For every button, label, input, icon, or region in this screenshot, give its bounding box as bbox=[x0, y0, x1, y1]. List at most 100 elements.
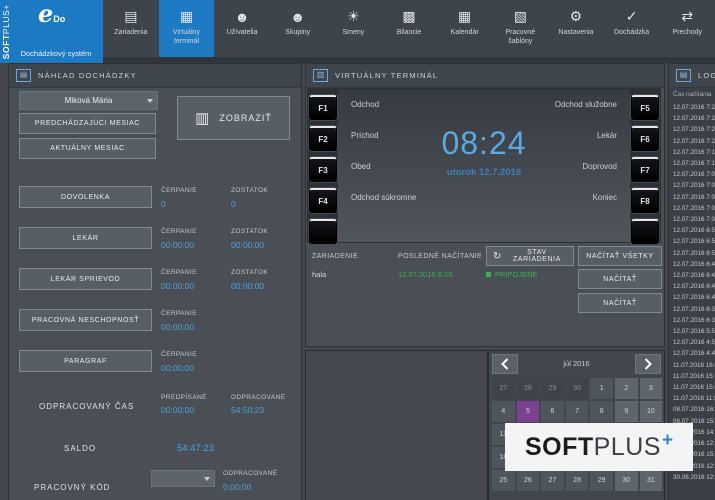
calendar-day[interactable]: 9 bbox=[615, 401, 638, 422]
calendar-day[interactable]: 28 bbox=[566, 470, 589, 491]
usage-label: ČERPANIE bbox=[161, 351, 227, 358]
calendar-day[interactable]: 3 bbox=[640, 378, 663, 399]
terminal-icon: ▥ bbox=[313, 69, 328, 82]
read-button[interactable]: NAČÍTAŤ bbox=[578, 293, 662, 313]
attendance-category-button[interactable]: DOVOLENKA bbox=[19, 186, 152, 208]
usage-value: 00:00:00 bbox=[161, 363, 227, 373]
show-button[interactable]: ▥ ZOBRAZIŤ bbox=[177, 96, 290, 140]
function-key[interactable]: F4 bbox=[309, 188, 337, 213]
terminal-panel-header: ▥ VIRTUÁLNY TERMINÁL bbox=[306, 64, 664, 88]
topbar-tab[interactable]: ⇄ Prechody bbox=[659, 0, 715, 57]
calendar-day[interactable]: 25 bbox=[492, 470, 515, 491]
calendar-day[interactable]: 8 bbox=[590, 401, 613, 422]
calendar-day[interactable]: 30 bbox=[566, 378, 589, 399]
topbar-tab[interactable]: ⚙ Nastavenia bbox=[548, 0, 604, 57]
terminal-panel-title: VIRTUÁLNY TERMINÁL bbox=[335, 71, 438, 80]
tab-icon: ☀ bbox=[347, 6, 360, 27]
chevron-right-icon bbox=[644, 358, 652, 370]
top-navigation-bar: SOFTPLUS+ eDo Dochádzkový systém ▤ Zaria… bbox=[0, 0, 715, 63]
tab-icon: ☻ bbox=[235, 6, 250, 27]
calendar-day[interactable]: 27 bbox=[492, 378, 515, 399]
calendar-day[interactable]: 29 bbox=[541, 378, 564, 399]
device-status-button[interactable]: ↻ STAV ZARIADENIA bbox=[486, 246, 574, 266]
function-key[interactable]: F1 bbox=[309, 95, 337, 120]
tab-icon: ☻ bbox=[290, 6, 305, 27]
app-window: SOFTPLUS+ eDo Dochádzkový systém ▤ Zaria… bbox=[0, 0, 715, 500]
attendance-panel-title: NÁHĽAD DOCHÁDZKY bbox=[38, 71, 137, 80]
topbar-tab[interactable]: ▩ Bilancie bbox=[381, 0, 437, 57]
calendar-day[interactable]: 1 bbox=[590, 378, 613, 399]
calendar-day[interactable]: 7 bbox=[566, 401, 589, 422]
tab-label: Pracovné šablóny bbox=[492, 27, 548, 46]
function-key[interactable]: F5 bbox=[631, 95, 659, 120]
log-time-entry: 12.07.2016 7:24 bbox=[673, 102, 715, 113]
calendar-day[interactable]: 26 bbox=[517, 470, 540, 491]
attendance-rows: DOVOLENKA ČERPANIE 0 ZOSTATOK 0 LEKÁR ČE… bbox=[9, 186, 301, 391]
device-status: PRIPOJENÉ bbox=[495, 270, 538, 279]
terminal-clock: 08:24 bbox=[338, 125, 630, 162]
status-dot bbox=[486, 272, 491, 277]
calendar-day[interactable]: 2 bbox=[615, 378, 638, 399]
tab-label: Nastavenia bbox=[556, 27, 595, 37]
calendar-day[interactable]: 31 bbox=[640, 470, 663, 491]
app-subtitle: Dochádzkový systém bbox=[12, 49, 100, 58]
device-status-button-label: STAV ZARIADENIA bbox=[507, 249, 567, 263]
work-code-select[interactable] bbox=[151, 470, 215, 487]
worked-time-label: ODPRACOVANÝ ČAS bbox=[39, 402, 134, 411]
previous-month-button[interactable]: PREDCHÁDZAJÚCI MESIAC bbox=[19, 113, 156, 134]
topbar-tab[interactable]: ▦ Virtuálny terminál bbox=[159, 0, 215, 57]
log-time-entry: 12.07.2016 6:41 bbox=[673, 292, 715, 303]
worked-label: ODPRACOVANÉ bbox=[231, 394, 285, 401]
attendance-category-button[interactable]: PARAGRAF bbox=[19, 350, 152, 372]
calendar-day[interactable]: 10 bbox=[640, 401, 663, 422]
topbar-tab[interactable]: ☀ Smeny bbox=[326, 0, 382, 57]
topbar-tab[interactable]: ▦ Kalendár bbox=[437, 0, 493, 57]
current-month-button[interactable]: AKTUÁLNY MESIAC bbox=[19, 138, 156, 159]
log-time-entry: 12.07.2016 7:23 bbox=[673, 113, 715, 124]
usage-label: ČERPANIE bbox=[161, 228, 227, 235]
attendance-category-button[interactable]: LEKÁR bbox=[19, 227, 152, 249]
calendar-day[interactable]: 6 bbox=[541, 401, 564, 422]
calendar-day[interactable]: 28 bbox=[517, 378, 540, 399]
calendar-next-button[interactable] bbox=[635, 354, 661, 374]
attendance-preview-panel: ▤ NÁHĽAD DOCHÁDZKY Miková Mária PREDCHÁD… bbox=[8, 63, 302, 500]
function-key[interactable] bbox=[309, 219, 337, 244]
function-key[interactable]: F6 bbox=[631, 126, 659, 151]
tab-icon: ⚙ bbox=[570, 6, 583, 27]
usage-value: 00:00:00 bbox=[161, 240, 227, 250]
log-time-entry: 12.07.2016 4:43 bbox=[673, 348, 715, 359]
function-key[interactable]: F2 bbox=[309, 126, 337, 151]
app-logo-block: SOFTPLUS+ eDo Dochádzkový systém bbox=[0, 0, 103, 63]
read-all-button[interactable]: NAČÍTAŤ VŠETKY bbox=[578, 246, 662, 266]
attendance-category-button[interactable]: PRACOVNÁ NESCHOPNOSŤ bbox=[19, 309, 152, 331]
function-key[interactable]: F3 bbox=[309, 157, 337, 182]
log-time-entry: 11.07.2016 15:18 bbox=[673, 371, 715, 382]
terminal-keypad-area: OdchodPríchodObedOdchod súkromne Odchod … bbox=[307, 88, 661, 243]
tab-icon: ⇄ bbox=[681, 6, 693, 27]
attendance-category-button[interactable]: LEKÁR SPRIEVOD bbox=[19, 268, 152, 290]
attendance-row: LEKÁR SPRIEVOD ČERPANIE 00:00:00 ZOSTATO… bbox=[9, 268, 301, 309]
calendar-day[interactable]: 27 bbox=[541, 470, 564, 491]
function-key[interactable] bbox=[631, 219, 659, 244]
calendar-day[interactable]: 5 bbox=[517, 401, 540, 422]
function-key[interactable]: F8 bbox=[631, 188, 659, 213]
function-key[interactable]: F7 bbox=[631, 157, 659, 182]
employee-select-value: Miková Mária bbox=[65, 96, 113, 105]
saldo-value: 54:47:23 bbox=[177, 443, 214, 454]
log-time-entry: 12.07.2016 6:36 bbox=[673, 304, 715, 315]
read-button[interactable]: NAČÍTAŤ bbox=[578, 269, 662, 289]
calendar-day[interactable]: 4 bbox=[492, 401, 515, 422]
attendance-card-icon: ▤ bbox=[16, 69, 31, 82]
log-time-entry: 12.07.2016 7:22 bbox=[673, 124, 715, 135]
tab-label: Prechody bbox=[670, 27, 704, 37]
topbar-tab[interactable]: ☻ Užívatelia bbox=[214, 0, 270, 57]
topbar-tab[interactable]: ▤ Zariadenia bbox=[103, 0, 159, 57]
topbar-tab[interactable]: ✓ Dochádzka bbox=[604, 0, 660, 57]
topbar-tab[interactable]: ☻ Skupiny bbox=[270, 0, 326, 57]
log-time-entry: 12.07.2016 4:57 bbox=[673, 337, 715, 348]
employee-select[interactable]: Miková Mária bbox=[19, 91, 158, 110]
topbar-tab[interactable]: ▧ Pracovné šablóny bbox=[492, 0, 548, 57]
balance-value: 00:00:00 bbox=[231, 240, 297, 250]
calendar-day[interactable]: 29 bbox=[590, 470, 613, 491]
calendar-day[interactable]: 30 bbox=[615, 470, 638, 491]
